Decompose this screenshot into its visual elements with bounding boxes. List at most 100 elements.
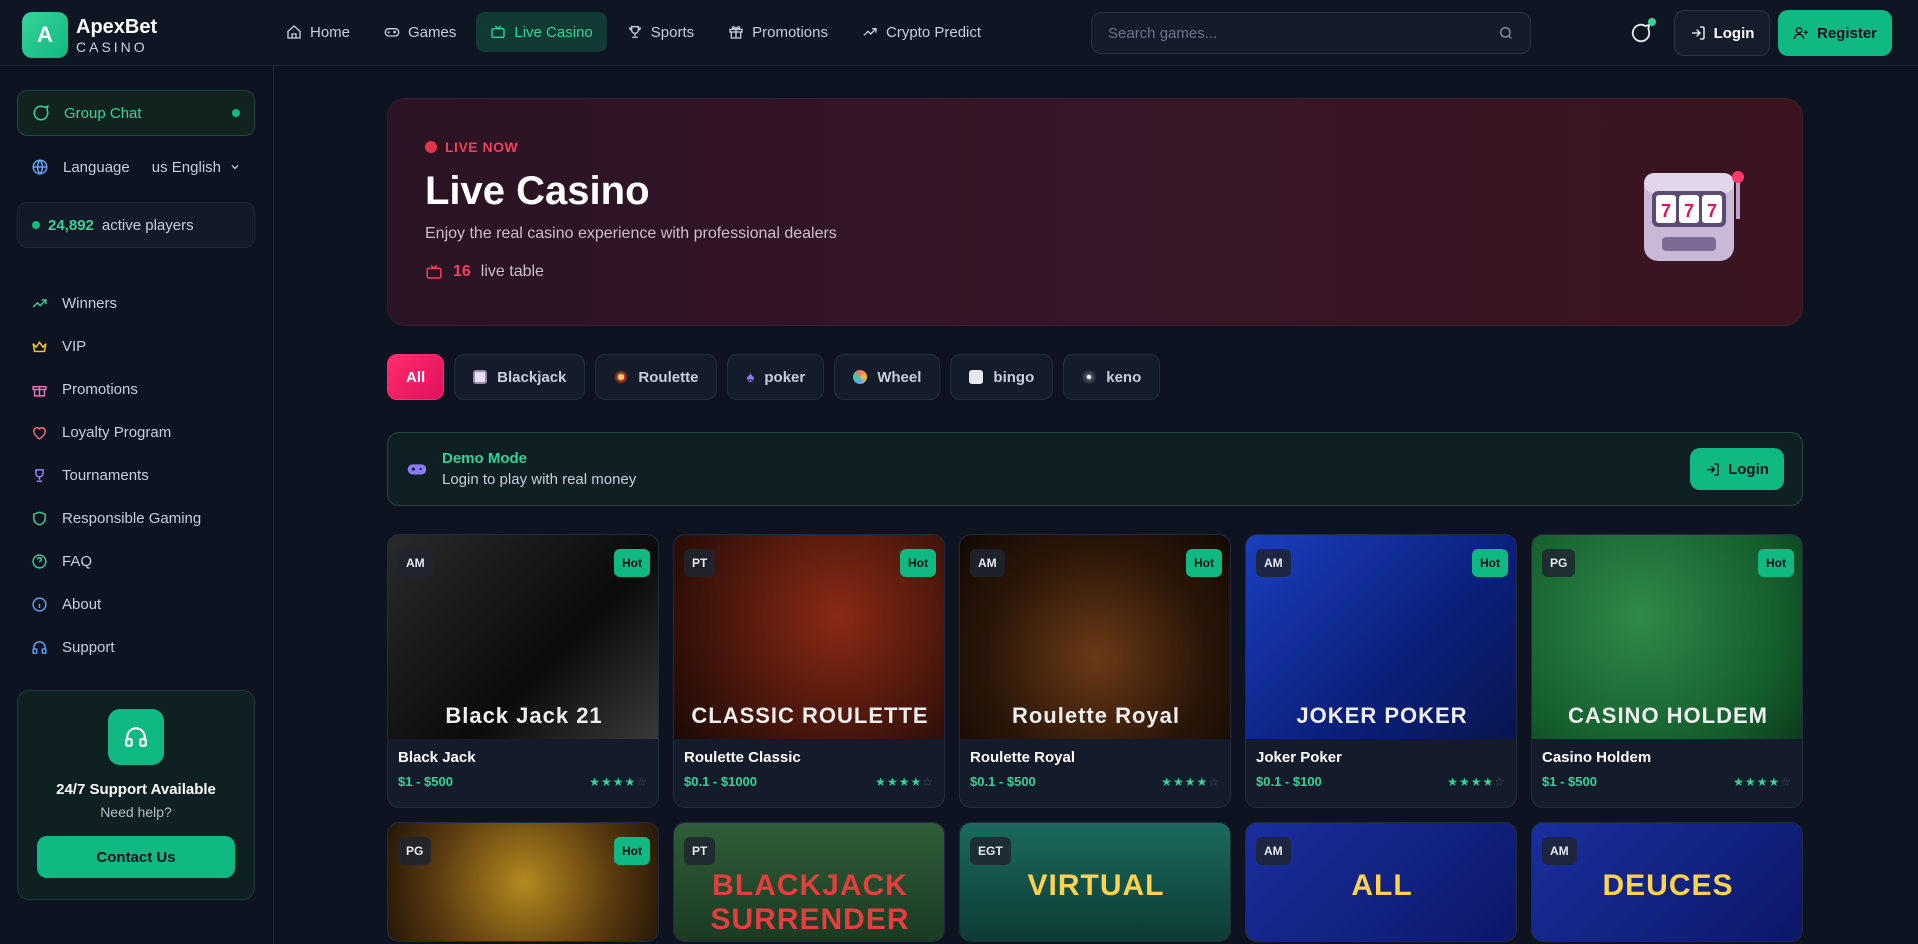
bet-limits: $0.1 - $100 xyxy=(1256,774,1322,789)
game-thumbnail[interactable]: Black Jack 21 AM Hot xyxy=(388,535,658,739)
games-grid: Black Jack 21 AM Hot Black Jack $1 - $500 ★★★… xyxy=(387,534,1803,942)
game-card[interactable]: Black Jack 21 AM Hot Black Jack $1 - $500 ★★★… xyxy=(387,534,659,808)
game-card[interactable]: PG Hot xyxy=(387,822,659,942)
game-thumbnail-text: Roulette Royal xyxy=(1011,703,1181,728)
group-chat-button[interactable]: Group Chat xyxy=(17,90,255,136)
game-thumbnail[interactable]: CLASSIC ROULETTE PT Hot xyxy=(674,535,944,739)
game-card[interactable]: ALL AM xyxy=(1245,822,1517,942)
live-badge: LIVE NOW xyxy=(425,139,518,155)
tv-icon xyxy=(426,264,442,279)
game-card[interactable]: JOKER POKER AM Hot Joker Poker $0.1 - $100 ★★… xyxy=(1245,534,1517,808)
slot-machine-icon: 7 7 7 xyxy=(1644,171,1744,261)
filter-wheel[interactable]: Wheel xyxy=(834,354,941,400)
game-thumbnail[interactable]: Roulette Royal AM Hot xyxy=(960,535,1230,739)
nav-sports[interactable]: Sports xyxy=(613,12,708,52)
provider-badge: EGT xyxy=(970,837,1011,865)
game-card[interactable]: DEUCES AM xyxy=(1531,822,1803,942)
hot-badge: Hot xyxy=(1758,549,1794,577)
sidebar-item-about[interactable]: About xyxy=(17,583,255,626)
game-thumbnail[interactable]: JOKER POKER AM Hot xyxy=(1246,535,1516,739)
demo-login-button[interactable]: Login xyxy=(1690,448,1784,490)
active-players-count: 24,892 xyxy=(48,216,94,234)
header-login-button[interactable]: Login xyxy=(1674,10,1770,56)
live-table-count: 16 live table xyxy=(425,263,544,281)
game-thumbnail-text: ALL xyxy=(1351,869,1413,902)
message-icon xyxy=(1631,23,1651,43)
demo-login-label: Login xyxy=(1728,460,1769,478)
star-icon: ★ xyxy=(1768,774,1781,789)
brand-logo[interactable]: A ApexBet CASINO xyxy=(22,12,157,58)
game-thumbnail[interactable]: BLACKJACK SURRENDER PT xyxy=(674,823,944,941)
filter-roulette[interactable]: Roulette xyxy=(595,354,718,400)
game-thumbnail[interactable]: ALL AM xyxy=(1246,823,1516,941)
svg-text:7: 7 xyxy=(1661,201,1671,221)
filter-poker[interactable]: ♠ poker xyxy=(727,354,825,400)
star-icon: ★ xyxy=(624,774,637,789)
filter-keno[interactable]: keno xyxy=(1063,354,1161,400)
headphones-icon xyxy=(108,709,164,765)
live-table-label: live table xyxy=(480,263,544,280)
sidebar-item-responsible-gaming[interactable]: Responsible Gaming xyxy=(17,497,255,540)
support-subtitle: Need help? xyxy=(100,804,172,820)
provider-badge: PG xyxy=(398,837,432,865)
game-thumbnail-text: BLACKJACK SURRENDER xyxy=(710,869,910,936)
provider-badge: AM xyxy=(1256,837,1291,865)
trophy-icon xyxy=(628,26,641,38)
nav-games[interactable]: Games xyxy=(370,12,470,52)
filter-label: poker xyxy=(764,368,806,386)
active-players: 24,892 active players xyxy=(17,202,255,248)
logo-badge: A xyxy=(22,12,68,58)
game-thumbnail[interactable]: VIRTUAL EGT xyxy=(960,823,1230,941)
provider-badge: AM xyxy=(1256,549,1291,577)
nav-live-casino[interactable]: Live Casino xyxy=(476,12,607,52)
register-button[interactable]: Register xyxy=(1778,10,1892,56)
chat-icon xyxy=(33,105,49,121)
sidebar-item-promotions[interactable]: Promotions xyxy=(17,368,255,411)
star-icon: ★ xyxy=(1744,774,1757,789)
game-card[interactable]: Roulette Royal AM Hot Roulette Royal $0.1 - … xyxy=(959,534,1231,808)
filter-blackjack[interactable]: Blackjack xyxy=(454,354,586,400)
contact-us-button[interactable]: Contact Us xyxy=(37,836,235,878)
sidebar-item-tournaments[interactable]: Tournaments xyxy=(17,454,255,497)
game-thumbnail[interactable]: DEUCES AM xyxy=(1532,823,1802,941)
star-icon: ★ xyxy=(589,774,601,789)
language-select[interactable]: Language us English xyxy=(17,146,255,188)
bet-limits: $1 - $500 xyxy=(398,774,453,789)
info-icon xyxy=(32,597,47,612)
nav-games-label: Games xyxy=(408,23,457,41)
game-thumbnail[interactable]: PG Hot xyxy=(388,823,658,941)
gamepad-icon xyxy=(407,464,427,475)
search-input[interactable] xyxy=(1108,24,1498,42)
game-card[interactable]: CASINO HOLDEM PG Hot Casino Holdem $1 - $500… xyxy=(1531,534,1803,808)
game-thumbnail[interactable]: CASINO HOLDEM PG Hot xyxy=(1532,535,1802,739)
live-dot xyxy=(425,141,437,153)
active-players-label: active players xyxy=(101,216,194,234)
nav-crypto-predict[interactable]: Crypto Predict xyxy=(848,12,995,52)
star-icon: ☆ xyxy=(1494,774,1506,789)
sidebar-item-faq[interactable]: FAQ xyxy=(17,540,255,583)
star-icon: ★ xyxy=(1172,774,1185,789)
sidebar-item-winners[interactable]: Winners xyxy=(17,282,255,325)
sidebar-item-loyalty[interactable]: Loyalty Program xyxy=(17,411,255,454)
language-value: us English xyxy=(151,158,221,176)
nav-promotions[interactable]: Promotions xyxy=(714,12,842,52)
dice-icon xyxy=(969,370,984,384)
messages-button[interactable] xyxy=(1628,18,1656,46)
side-menu: Winners VIP Promotions Loyalty Program T… xyxy=(17,282,255,669)
sidebar-item-vip[interactable]: VIP xyxy=(17,325,255,368)
star-icon: ☆ xyxy=(922,774,934,789)
rating-stars: ★★★★☆ xyxy=(1161,775,1220,789)
game-card[interactable]: VIRTUAL EGT xyxy=(959,822,1231,942)
rating-stars: ★★★★☆ xyxy=(1733,775,1792,789)
sidebar-item-support[interactable]: Support xyxy=(17,626,255,669)
provider-badge: AM xyxy=(970,549,1005,577)
filter-bingo[interactable]: bingo xyxy=(950,354,1054,400)
game-card[interactable]: BLACKJACK SURRENDER PT xyxy=(673,822,945,942)
search-icon[interactable] xyxy=(1498,25,1514,41)
nav-home[interactable]: Home xyxy=(272,12,364,52)
brand-name: ApexBet xyxy=(76,15,158,38)
card-icon xyxy=(473,370,488,384)
filter-all[interactable]: All xyxy=(387,354,445,400)
star-icon: ★ xyxy=(898,774,911,789)
game-card[interactable]: CLASSIC ROULETTE PT Hot Roulette Classic $0.… xyxy=(673,534,945,808)
